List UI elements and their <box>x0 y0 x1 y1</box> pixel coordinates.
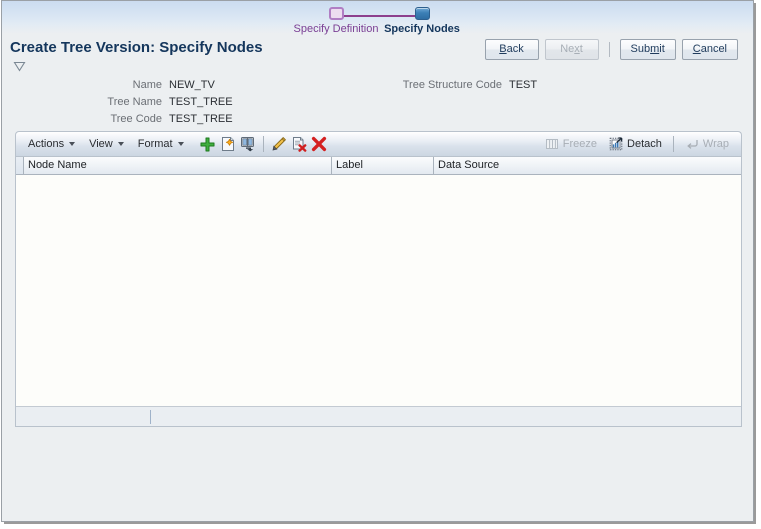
freeze-label: Freeze <box>562 137 598 150</box>
nodes-table: Node Name Label Data Source <box>15 156 742 427</box>
column-header-node-name[interactable]: Node Name <box>24 157 332 174</box>
attribute-fields: Name NEW_TV Tree Name TEST_TREE Tree Code T… <box>2 77 753 125</box>
plus-icon <box>200 137 215 151</box>
header-button-bar: Back Next Submit Cancel <box>484 39 738 60</box>
status-bar-divider <box>150 410 151 424</box>
field-label: Tree Name <box>107 96 162 108</box>
chevron-down-icon <box>117 142 124 146</box>
toolbar-separator <box>262 136 264 152</box>
freeze-icon <box>545 139 558 149</box>
next-button[interactable]: Next <box>544 39 599 60</box>
train-stop-label: Specify Definition <box>293 23 379 35</box>
wrap-label: Wrap <box>702 137 729 150</box>
format-menu[interactable]: Format <box>132 135 190 154</box>
field-tree-name: Tree Name TEST_TREE <box>62 94 233 111</box>
freeze-button[interactable]: Freeze <box>539 135 603 154</box>
field-tree-structure-code: Tree Structure Code TEST <box>392 77 537 94</box>
detach-button[interactable]: Detach <box>603 135 668 154</box>
delete-row-button[interactable] <box>289 134 309 154</box>
duplicate-node-icon <box>240 137 254 152</box>
table-column-header-row: Node Name Label Data Source <box>16 157 741 175</box>
add-node-button[interactable] <box>198 134 218 154</box>
actions-menu[interactable]: Actions <box>22 135 81 154</box>
field-tree-code: Tree Code TEST_TREE <box>62 111 233 128</box>
chevron-down-icon <box>177 142 184 146</box>
view-menu[interactable]: View <box>83 135 130 154</box>
table-status-bar <box>16 406 741 426</box>
new-document-icon <box>221 137 234 151</box>
application-window: Specify Definition Specify Nodes Create … <box>1 0 754 522</box>
wrap-button[interactable]: Wrap <box>679 135 735 154</box>
toolbar-separator <box>672 136 674 152</box>
train-stop-specify-nodes[interactable]: Specify Nodes <box>374 3 470 36</box>
field-label: Tree Code <box>110 113 162 125</box>
button-separator <box>608 42 610 57</box>
chevron-down-icon <box>69 142 76 146</box>
document-delete-icon <box>292 137 306 152</box>
red-x-icon <box>311 136 326 152</box>
step-marker-filled-icon[interactable] <box>414 7 430 20</box>
field-value: NEW_TV <box>169 79 215 91</box>
back-button[interactable]: Back <box>484 39 539 60</box>
column-header-label[interactable]: Label <box>332 157 434 174</box>
wrap-icon <box>687 140 698 149</box>
duplicate-node-button[interactable] <box>238 134 258 154</box>
train-stop-label: Specify Nodes <box>384 23 460 35</box>
field-label: Name <box>132 79 162 91</box>
delete-node-button[interactable] <box>309 134 329 154</box>
cancel-button[interactable]: Cancel <box>681 39 738 60</box>
view-menu-label: View <box>89 137 113 150</box>
table-body-empty[interactable] <box>16 175 741 407</box>
actions-menu-label: Actions <box>28 137 65 150</box>
train-stop-specify-definition[interactable]: Specify Definition <box>288 3 384 36</box>
field-label: Tree Structure Code <box>402 79 502 91</box>
step-marker-outline-icon[interactable] <box>328 7 344 20</box>
column-header-data-source[interactable]: Data Source <box>434 157 740 174</box>
field-value: TEST_TREE <box>169 113 233 125</box>
create-node-button[interactable] <box>218 134 238 154</box>
toolbar-right-group: Freeze Detach Wrap <box>539 132 741 156</box>
pencil-icon <box>272 137 286 151</box>
edit-node-button[interactable] <box>269 134 289 154</box>
field-value: TEST <box>509 79 538 91</box>
format-menu-label: Format <box>137 137 173 150</box>
row-select-column-header <box>16 157 24 174</box>
field-value: TEST_TREE <box>169 96 233 108</box>
detach-icon <box>609 137 623 151</box>
train-progress-indicator: Specify Definition Specify Nodes <box>288 3 478 37</box>
triangle-down-icon[interactable] <box>13 61 26 72</box>
table-toolbar: Actions View Format Freeze Detach Wrap <box>15 131 742 156</box>
detach-label: Detach <box>627 137 662 150</box>
nodes-table-panel: Actions View Format Freeze Detach Wrap N… <box>15 131 742 427</box>
submit-button[interactable]: Submit <box>619 39 676 60</box>
window-content: Specify Definition Specify Nodes Create … <box>2 1 753 521</box>
page-title: Create Tree Version: Specify Nodes <box>10 39 263 56</box>
field-name: Name NEW_TV <box>62 77 215 94</box>
